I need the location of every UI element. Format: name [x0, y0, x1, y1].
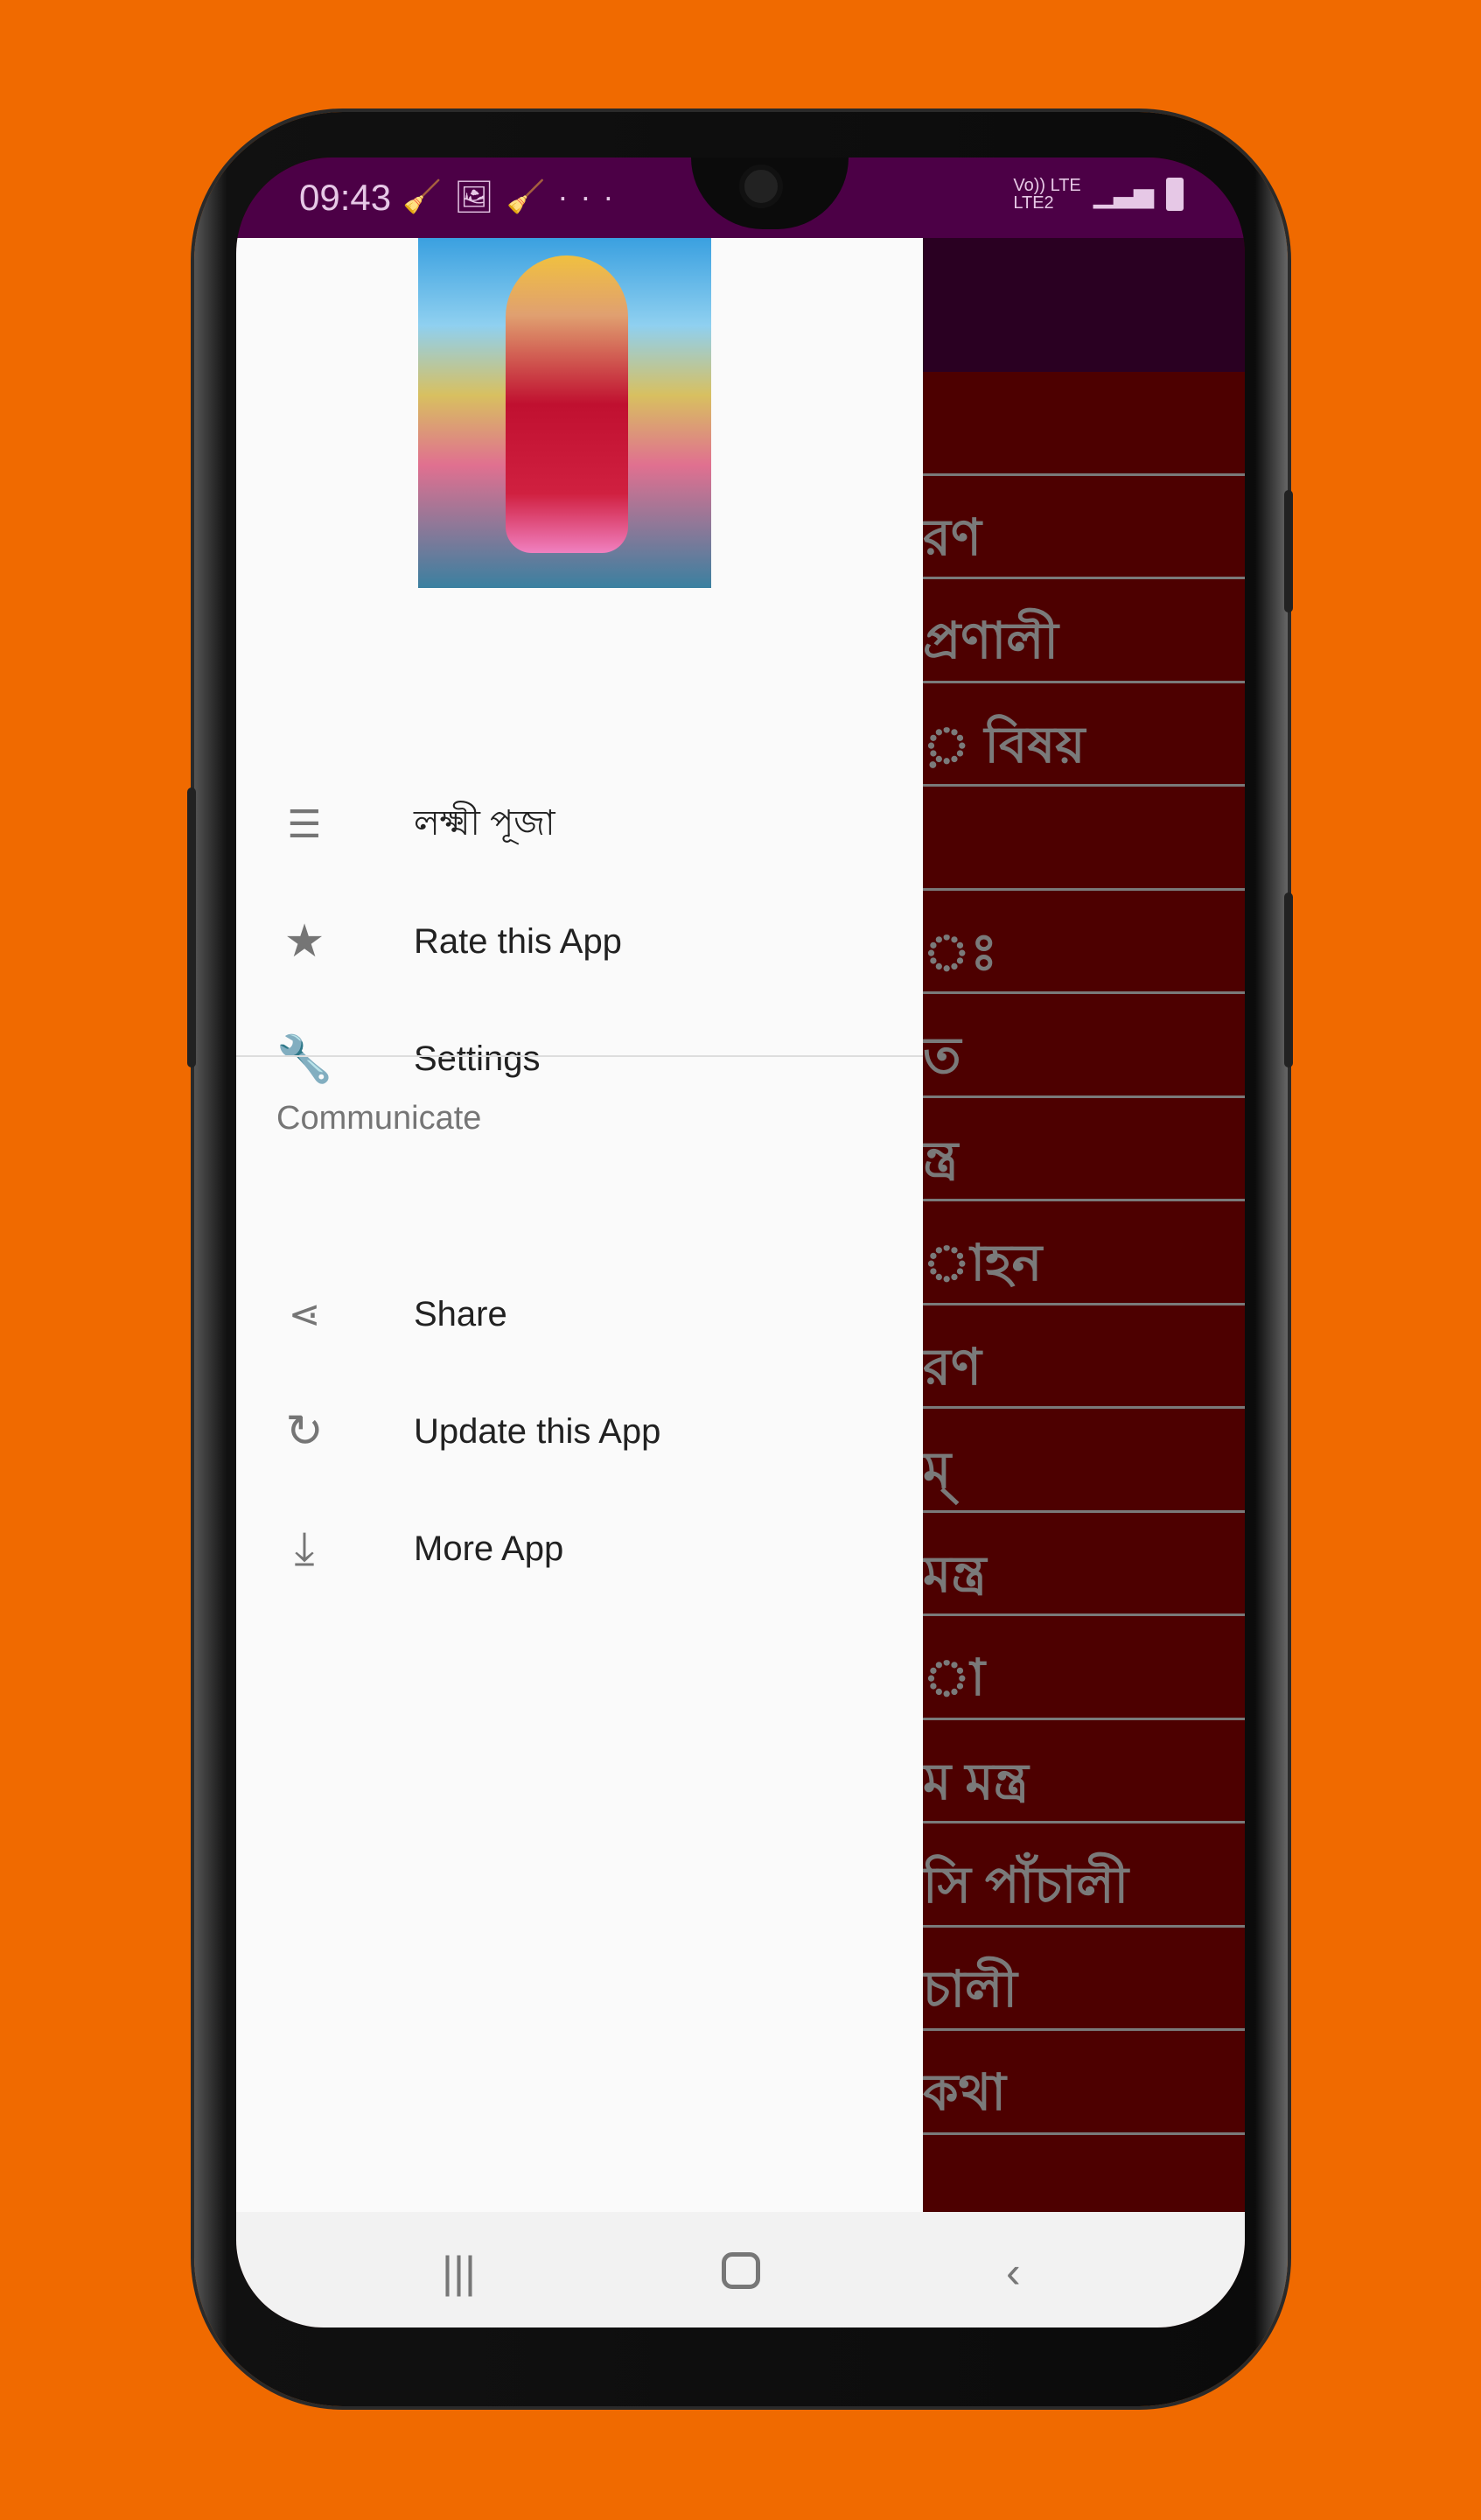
drawer-item-label: Update this App [414, 1411, 661, 1451]
update-icon: ↻ [285, 1406, 324, 1457]
navigation-bar: ||| ‹ [236, 2212, 1245, 2328]
list-icon: ☰ [287, 802, 322, 846]
list-row-label: সি পাঁচালী [923, 1857, 1129, 1914]
divider [236, 1055, 923, 1057]
status-time: 09:43 [299, 177, 392, 218]
list-row-label: মন্ত্র [923, 1545, 987, 1603]
network-label: Vo)) LTE [1013, 176, 1081, 195]
battery-charging-icon [1166, 178, 1184, 211]
recent-apps-button[interactable]: ||| [442, 2247, 476, 2298]
list-row-label: চালী [923, 1960, 1017, 2018]
download-icon: ⤓ [294, 1522, 315, 1574]
drawer-item-share[interactable]: ⋖ Share [236, 1266, 923, 1362]
goddess-figure [506, 256, 628, 553]
signal-icon: ▁▃▅ [1093, 179, 1154, 208]
home-button[interactable] [722, 2252, 760, 2289]
side-button [187, 788, 196, 1068]
navigation-drawer: ☰ লক্ষ্মী পূজা ★ Rate this App 🔧 Setting… [236, 238, 923, 2212]
volume-button [1284, 490, 1293, 612]
notification-icons: 🧹🖼🧹··· [402, 178, 625, 215]
list-row-label: রণ [923, 508, 982, 566]
list-row-label: ন্ত্র [923, 1130, 959, 1188]
list-row-label: ম মন্ত্র [923, 1753, 1029, 1810]
power-button [1284, 892, 1293, 1068]
back-button[interactable]: ‹ [1006, 2247, 1021, 2298]
list-row-label: প্রণালী [923, 612, 1058, 669]
system-icons: Vo)) LTE LTE2 ▁▃▅ [1013, 177, 1184, 212]
drawer-item-lakshmi-puja[interactable]: ☰ লক্ষ্মী পূজা [236, 776, 923, 872]
section-title: Communicate [276, 1100, 482, 1137]
drawer-header-image [418, 238, 711, 588]
wrench-icon: 🔧 [276, 1033, 333, 1085]
drawer-item-update[interactable]: ↻ Update this App [236, 1383, 923, 1480]
cleaner-icon: 🧹 [402, 178, 454, 214]
drawer-item-label: লক্ষ্মী পূজা [414, 803, 555, 843]
star-icon: ★ [283, 916, 325, 967]
camera-icon [739, 164, 783, 208]
drawer-item-label: Rate this App [414, 921, 622, 961]
drawer-item-more-app[interactable]: ⤓ More App [236, 1501, 923, 1597]
cleaner-icon: 🧹 [506, 178, 558, 214]
list-row-label: ম্ [923, 1442, 952, 1499]
drawer-item-settings[interactable]: 🔧 Settings [236, 1011, 923, 1107]
image-icon: 🖼 [453, 178, 506, 214]
list-row-label: ত [923, 1027, 961, 1084]
drawer-item-rate[interactable]: ★ Rate this App [236, 893, 923, 990]
list-row-label: ঃ [923, 923, 998, 981]
list-row-label: ় বিষয় [923, 716, 1086, 774]
network2-label: LTE2 [1013, 193, 1054, 213]
more-dots-icon: ··· [557, 178, 626, 214]
list-row-label: াহন [923, 1235, 1043, 1292]
screen: রণ প্রণালী় বিষয়ঃ ত ন্ত্রাহন রণ ম্ মন্ত্রা ম ম… [236, 158, 1245, 2328]
list-row-label: া [923, 1649, 986, 1706]
drawer-item-label: Share [414, 1294, 507, 1334]
drawer-item-label: More App [414, 1529, 564, 1568]
list-row-label: কথা [923, 2064, 1006, 2121]
list-row-label: রণ [923, 1338, 982, 1396]
drawer-item-label: Settings [414, 1039, 541, 1078]
share-icon: ⋖ [288, 1292, 321, 1336]
